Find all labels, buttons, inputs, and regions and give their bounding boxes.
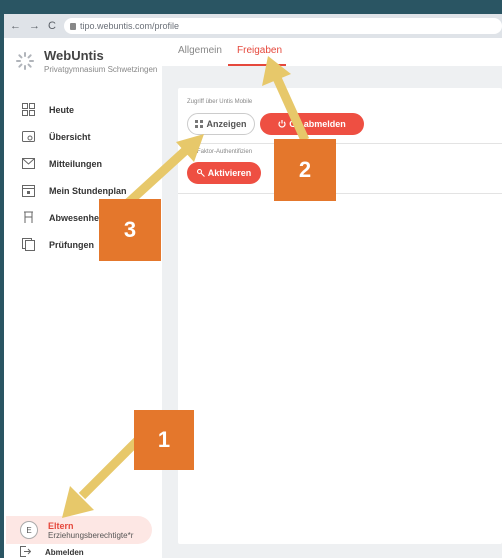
calendar-icon	[21, 184, 35, 197]
reload-icon[interactable]: C	[48, 20, 56, 32]
activate-button-label: Aktivieren	[207, 168, 252, 178]
forward-icon[interactable]: →	[29, 20, 40, 32]
sidebar-item-label: Abwesenhei	[49, 212, 102, 223]
tab-allgemein[interactable]: Allgemein	[178, 45, 222, 56]
dashboard-icon	[21, 103, 35, 116]
annotation-badge-3: 3	[99, 199, 161, 261]
user-role: Erziehungsberechtigte*r	[48, 530, 134, 540]
back-icon[interactable]: ←	[10, 20, 21, 32]
sidebar-item-label: Heute	[49, 104, 75, 115]
power-icon	[278, 120, 286, 128]
user-profile-item[interactable]: E Eltern Erziehungsberechtigte*r	[6, 516, 152, 544]
tab-bar: Allgemein Freigaben	[162, 38, 502, 66]
sidebar-item-label: Prüfungen	[49, 239, 94, 250]
annotation-badge-1: 1	[134, 410, 194, 470]
lock-icon	[69, 22, 76, 30]
overview-icon	[21, 130, 35, 143]
show-button[interactable]: Anzeigen	[187, 113, 255, 135]
brand[interactable]: WebUntis Privatgymnasium Schwetzingen	[16, 48, 157, 74]
sidebar-item-uebersicht[interactable]: Übersicht	[4, 123, 162, 150]
exam-icon	[21, 238, 35, 251]
tab-freigaben[interactable]: Freigaben	[237, 45, 282, 56]
webuntis-page: WebUntis Privatgymnasium Schwetzingen He…	[4, 38, 502, 558]
sidebar-item-label: Mitteilungen	[49, 158, 102, 169]
logout-item[interactable]: Abmelden	[20, 546, 84, 558]
sidebar: WebUntis Privatgymnasium Schwetzingen He…	[4, 38, 162, 558]
avatar: E	[20, 521, 38, 539]
activate-button[interactable]: Aktivieren	[187, 162, 261, 184]
brand-name: WebUntis	[44, 48, 104, 63]
annotation-badge-2: 2	[274, 139, 336, 201]
browser-toolbar: ← → C tipo.webuntis.com/profile	[4, 14, 502, 38]
address-bar[interactable]: tipo.webuntis.com/profile	[63, 18, 502, 34]
active-tab-indicator	[228, 64, 286, 66]
webuntis-logo-icon	[16, 52, 34, 70]
two-factor-label: wei-Faktor-Authentifizien	[186, 149, 253, 155]
section-divider	[178, 193, 502, 194]
user-name: Eltern	[48, 520, 74, 531]
content-card	[178, 88, 502, 544]
sidebar-item-label: Übersicht	[49, 131, 91, 142]
qr-icon	[195, 120, 204, 128]
sidebar-item-heute[interactable]: Heute	[4, 96, 162, 123]
mail-icon	[21, 157, 35, 170]
url-text: tipo.webuntis.com/profile	[79, 21, 180, 31]
key-icon	[196, 169, 205, 177]
absence-icon	[21, 211, 35, 224]
logout-devices-label: Ge abmelden	[289, 119, 346, 129]
mobile-access-label: Zugriff über Untis Mobile	[187, 99, 253, 105]
show-button-label: Anzeigen	[206, 119, 247, 129]
section-divider	[178, 143, 502, 144]
school-name: Privatgymnasium Schwetzingen	[44, 65, 158, 74]
sidebar-item-mitteilungen[interactable]: Mitteilungen	[4, 150, 162, 177]
logout-icon	[20, 546, 32, 558]
logout-devices-button[interactable]: Ge abmelden	[260, 113, 364, 135]
sidebar-item-label: Mein Stundenplan	[49, 185, 127, 196]
logout-label: Abmelden	[45, 548, 84, 557]
